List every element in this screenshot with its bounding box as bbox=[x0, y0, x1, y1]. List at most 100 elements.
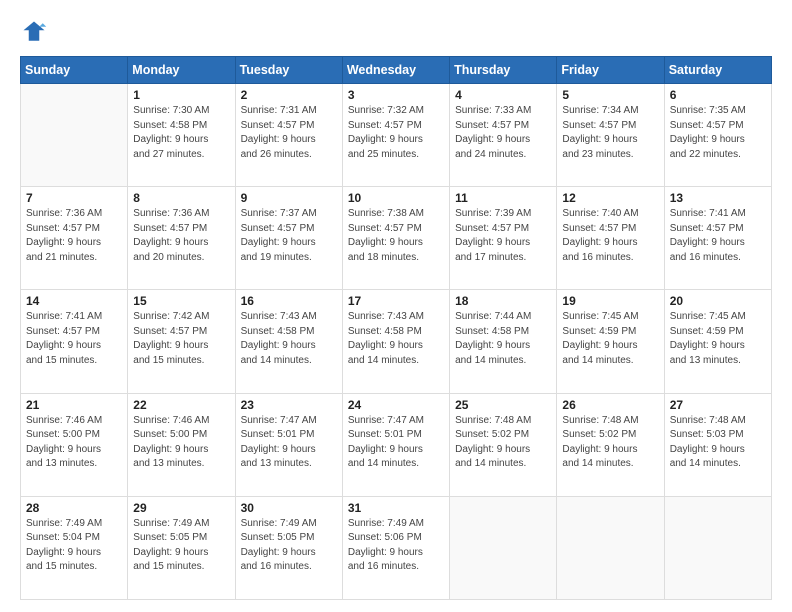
calendar-cell: 17 Sunrise: 7:43 AM Sunset: 4:58 PM Dayli… bbox=[342, 290, 449, 393]
day-info: Sunrise: 7:46 AM Sunset: 5:00 PM Dayligh… bbox=[133, 414, 229, 472]
calendar-cell: 9 Sunrise: 7:37 AM Sunset: 4:57 PM Daylig… bbox=[235, 187, 342, 290]
day-number: 25 bbox=[455, 398, 551, 412]
day-number: 22 bbox=[133, 398, 229, 412]
calendar-cell: 24 Sunrise: 7:47 AM Sunset: 5:01 PM Dayli… bbox=[342, 393, 449, 496]
day-info: Sunrise: 7:44 AM Sunset: 4:58 PM Dayligh… bbox=[455, 310, 551, 368]
logo-icon bbox=[20, 18, 48, 46]
day-number: 17 bbox=[348, 294, 444, 308]
calendar-cell: 2 Sunrise: 7:31 AM Sunset: 4:57 PM Daylig… bbox=[235, 84, 342, 187]
day-info: Sunrise: 7:49 AM Sunset: 5:05 PM Dayligh… bbox=[241, 517, 337, 575]
day-number: 1 bbox=[133, 88, 229, 102]
day-number: 6 bbox=[670, 88, 766, 102]
day-info: Sunrise: 7:49 AM Sunset: 5:05 PM Dayligh… bbox=[133, 517, 229, 575]
day-info: Sunrise: 7:41 AM Sunset: 4:57 PM Dayligh… bbox=[26, 310, 122, 368]
calendar-cell: 1 Sunrise: 7:30 AM Sunset: 4:58 PM Daylig… bbox=[128, 84, 235, 187]
calendar-cell: 16 Sunrise: 7:43 AM Sunset: 4:58 PM Dayli… bbox=[235, 290, 342, 393]
day-info: Sunrise: 7:31 AM Sunset: 4:57 PM Dayligh… bbox=[241, 104, 337, 162]
calendar-cell: 12Sunrise: 7:40 AM Sunset: 4:57 PM Dayli… bbox=[557, 187, 664, 290]
calendar-cell: 31 Sunrise: 7:49 AM Sunset: 5:06 PM Dayli… bbox=[342, 496, 449, 599]
calendar-cell: 22 Sunrise: 7:46 AM Sunset: 5:00 PM Dayli… bbox=[128, 393, 235, 496]
weekday-header-wednesday: Wednesday bbox=[342, 57, 449, 84]
calendar-week-row-2: 7 Sunrise: 7:36 AM Sunset: 4:57 PM Daylig… bbox=[21, 187, 772, 290]
day-info: Sunrise: 7:48 AM Sunset: 5:02 PM Dayligh… bbox=[455, 414, 551, 472]
day-number: 8 bbox=[133, 191, 229, 205]
calendar-week-row-5: 28 Sunrise: 7:49 AM Sunset: 5:04 PM Dayli… bbox=[21, 496, 772, 599]
day-info: Sunrise: 7:42 AM Sunset: 4:57 PM Dayligh… bbox=[133, 310, 229, 368]
calendar-cell bbox=[557, 496, 664, 599]
day-info: Sunrise: 7:35 AM Sunset: 4:57 PM Dayligh… bbox=[670, 104, 766, 162]
calendar-cell: 27 Sunrise: 7:48 AM Sunset: 5:03 PM Dayli… bbox=[664, 393, 771, 496]
calendar-cell: 25 Sunrise: 7:48 AM Sunset: 5:02 PM Dayli… bbox=[450, 393, 557, 496]
day-info: Sunrise: 7:48 AM Sunset: 5:02 PM Dayligh… bbox=[562, 414, 658, 472]
day-info: Sunrise: 7:45 AM Sunset: 4:59 PM Dayligh… bbox=[562, 310, 658, 368]
day-number: 15 bbox=[133, 294, 229, 308]
day-number: 2 bbox=[241, 88, 337, 102]
day-number: 9 bbox=[241, 191, 337, 205]
weekday-header-monday: Monday bbox=[128, 57, 235, 84]
day-info: Sunrise: 7:47 AM Sunset: 5:01 PM Dayligh… bbox=[348, 414, 444, 472]
day-info: Sunrise: 7:30 AM Sunset: 4:58 PM Dayligh… bbox=[133, 104, 229, 162]
day-number: 31 bbox=[348, 501, 444, 515]
weekday-header-row: SundayMondayTuesdayWednesdayThursdayFrid… bbox=[21, 57, 772, 84]
calendar-cell: 28 Sunrise: 7:49 AM Sunset: 5:04 PM Dayli… bbox=[21, 496, 128, 599]
day-number: 28 bbox=[26, 501, 122, 515]
calendar-cell: 6 Sunrise: 7:35 AM Sunset: 4:57 PM Daylig… bbox=[664, 84, 771, 187]
calendar-week-row-3: 14 Sunrise: 7:41 AM Sunset: 4:57 PM Dayli… bbox=[21, 290, 772, 393]
day-info: Sunrise: 7:32 AM Sunset: 4:57 PM Dayligh… bbox=[348, 104, 444, 162]
day-number: 5 bbox=[562, 88, 658, 102]
calendar-cell: 26 Sunrise: 7:48 AM Sunset: 5:02 PM Dayli… bbox=[557, 393, 664, 496]
day-info: Sunrise: 7:36 AM Sunset: 4:57 PM Dayligh… bbox=[133, 207, 229, 265]
day-number: 20 bbox=[670, 294, 766, 308]
day-number: 16 bbox=[241, 294, 337, 308]
day-info: Sunrise: 7:37 AM Sunset: 4:57 PM Dayligh… bbox=[241, 207, 337, 265]
day-info: Sunrise: 7:47 AM Sunset: 5:01 PM Dayligh… bbox=[241, 414, 337, 472]
day-number: 14 bbox=[26, 294, 122, 308]
day-number: 3 bbox=[348, 88, 444, 102]
calendar-cell: 29 Sunrise: 7:49 AM Sunset: 5:05 PM Dayli… bbox=[128, 496, 235, 599]
day-number: 29 bbox=[133, 501, 229, 515]
day-info: Sunrise: 7:46 AM Sunset: 5:00 PM Dayligh… bbox=[26, 414, 122, 472]
day-number: 13 bbox=[670, 191, 766, 205]
calendar-cell: 21 Sunrise: 7:46 AM Sunset: 5:00 PM Dayli… bbox=[21, 393, 128, 496]
day-info: Sunrise: 7:43 AM Sunset: 4:58 PM Dayligh… bbox=[241, 310, 337, 368]
calendar-cell: 23Sunrise: 7:47 AM Sunset: 5:01 PM Dayli… bbox=[235, 393, 342, 496]
day-number: 11 bbox=[455, 191, 551, 205]
weekday-header-saturday: Saturday bbox=[664, 57, 771, 84]
weekday-header-friday: Friday bbox=[557, 57, 664, 84]
calendar-cell: 11 Sunrise: 7:39 AM Sunset: 4:57 PM Dayli… bbox=[450, 187, 557, 290]
day-info: Sunrise: 7:34 AM Sunset: 4:57 PM Dayligh… bbox=[562, 104, 658, 162]
calendar-cell: 18 Sunrise: 7:44 AM Sunset: 4:58 PM Dayli… bbox=[450, 290, 557, 393]
day-info: Sunrise: 7:49 AM Sunset: 5:06 PM Dayligh… bbox=[348, 517, 444, 575]
weekday-header-tuesday: Tuesday bbox=[235, 57, 342, 84]
calendar-cell: 5 Sunrise: 7:34 AM Sunset: 4:57 PM Daylig… bbox=[557, 84, 664, 187]
day-info: Sunrise: 7:39 AM Sunset: 4:57 PM Dayligh… bbox=[455, 207, 551, 265]
calendar-week-row-1: 1 Sunrise: 7:30 AM Sunset: 4:58 PM Daylig… bbox=[21, 84, 772, 187]
day-number: 18 bbox=[455, 294, 551, 308]
day-number: 30 bbox=[241, 501, 337, 515]
calendar-cell bbox=[450, 496, 557, 599]
calendar-cell: 4Sunrise: 7:33 AM Sunset: 4:57 PM Daylig… bbox=[450, 84, 557, 187]
day-number: 27 bbox=[670, 398, 766, 412]
calendar-table: SundayMondayTuesdayWednesdayThursdayFrid… bbox=[20, 56, 772, 600]
calendar-cell bbox=[664, 496, 771, 599]
calendar-cell: 20 Sunrise: 7:45 AM Sunset: 4:59 PM Dayli… bbox=[664, 290, 771, 393]
day-number: 24 bbox=[348, 398, 444, 412]
day-info: Sunrise: 7:45 AM Sunset: 4:59 PM Dayligh… bbox=[670, 310, 766, 368]
day-number: 26 bbox=[562, 398, 658, 412]
calendar-cell bbox=[21, 84, 128, 187]
day-info: Sunrise: 7:43 AM Sunset: 4:58 PM Dayligh… bbox=[348, 310, 444, 368]
day-info: Sunrise: 7:41 AM Sunset: 4:57 PM Dayligh… bbox=[670, 207, 766, 265]
day-number: 12 bbox=[562, 191, 658, 205]
day-info: Sunrise: 7:49 AM Sunset: 5:04 PM Dayligh… bbox=[26, 517, 122, 575]
day-info: Sunrise: 7:48 AM Sunset: 5:03 PM Dayligh… bbox=[670, 414, 766, 472]
weekday-header-thursday: Thursday bbox=[450, 57, 557, 84]
page: SundayMondayTuesdayWednesdayThursdayFrid… bbox=[0, 0, 792, 612]
day-number: 21 bbox=[26, 398, 122, 412]
day-number: 4 bbox=[455, 88, 551, 102]
calendar-cell: 8 Sunrise: 7:36 AM Sunset: 4:57 PM Daylig… bbox=[128, 187, 235, 290]
calendar-cell: 19Sunrise: 7:45 AM Sunset: 4:59 PM Dayli… bbox=[557, 290, 664, 393]
day-number: 7 bbox=[26, 191, 122, 205]
calendar-cell: 3 Sunrise: 7:32 AM Sunset: 4:57 PM Daylig… bbox=[342, 84, 449, 187]
calendar-week-row-4: 21 Sunrise: 7:46 AM Sunset: 5:00 PM Dayli… bbox=[21, 393, 772, 496]
calendar-cell: 14 Sunrise: 7:41 AM Sunset: 4:57 PM Dayli… bbox=[21, 290, 128, 393]
